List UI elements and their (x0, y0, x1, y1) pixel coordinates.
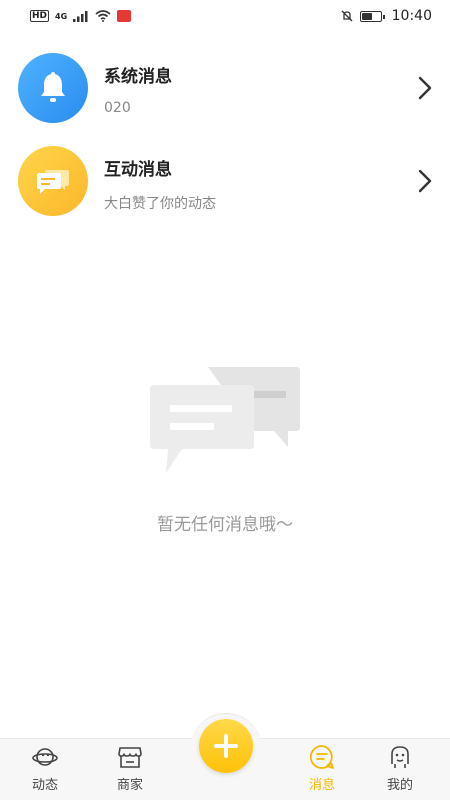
face-icon (391, 746, 409, 768)
bottom-tab-bar: 动态 商家 消息 我的 (0, 713, 450, 800)
store-icon (118, 747, 142, 768)
tab-label: 动态 (31, 778, 58, 793)
battery-icon (359, 10, 385, 22)
tab-merchants[interactable]: 商家 (95, 739, 165, 800)
battery-level (361, 12, 372, 20)
tab-label: 我的 (386, 778, 413, 793)
chat-bubble-icon (37, 170, 69, 194)
tab-label: 消息 (308, 778, 335, 793)
app-notification-icon (117, 10, 132, 22)
chevron-right-icon (418, 169, 432, 193)
system-message-avatar (18, 53, 88, 123)
wifi-icon (95, 10, 111, 22)
mute-icon (341, 10, 353, 22)
clock: 10:40 (391, 8, 432, 24)
tab-mine[interactable]: 我的 (365, 739, 435, 800)
plus-icon (214, 734, 238, 758)
planet-icon (32, 748, 58, 766)
status-left: HD 4G (30, 10, 132, 22)
tab-dynamics[interactable]: 动态 (10, 739, 80, 800)
message-subtitle: 大白赞了你的动态 (104, 196, 216, 212)
message-icon (309, 745, 334, 769)
message-title: 互动消息 (104, 160, 172, 180)
signal-icon (73, 11, 88, 22)
list-item-interaction-messages[interactable]: 互动消息 大白赞了你的动态 (0, 135, 450, 227)
list-item-system-messages[interactable]: 系统消息 020 (0, 42, 450, 134)
chevron-right-icon (418, 76, 432, 100)
interaction-message-avatar (18, 146, 88, 216)
hd-indicator: HD (30, 10, 50, 22)
status-bar: HD 4G 10:40 (0, 0, 450, 32)
add-post-button[interactable] (199, 719, 253, 773)
network-indicator: 4G (55, 11, 68, 21)
tab-messages[interactable]: 消息 (287, 739, 357, 800)
message-subtitle: 020 (104, 100, 131, 116)
bell-icon (41, 72, 65, 102)
status-right: 10:40 (340, 8, 432, 24)
message-title: 系统消息 (104, 67, 172, 87)
empty-messages-illustration (150, 367, 300, 473)
tab-label: 商家 (116, 778, 143, 793)
empty-state-text: 暂无任何消息哦～ (157, 515, 293, 535)
